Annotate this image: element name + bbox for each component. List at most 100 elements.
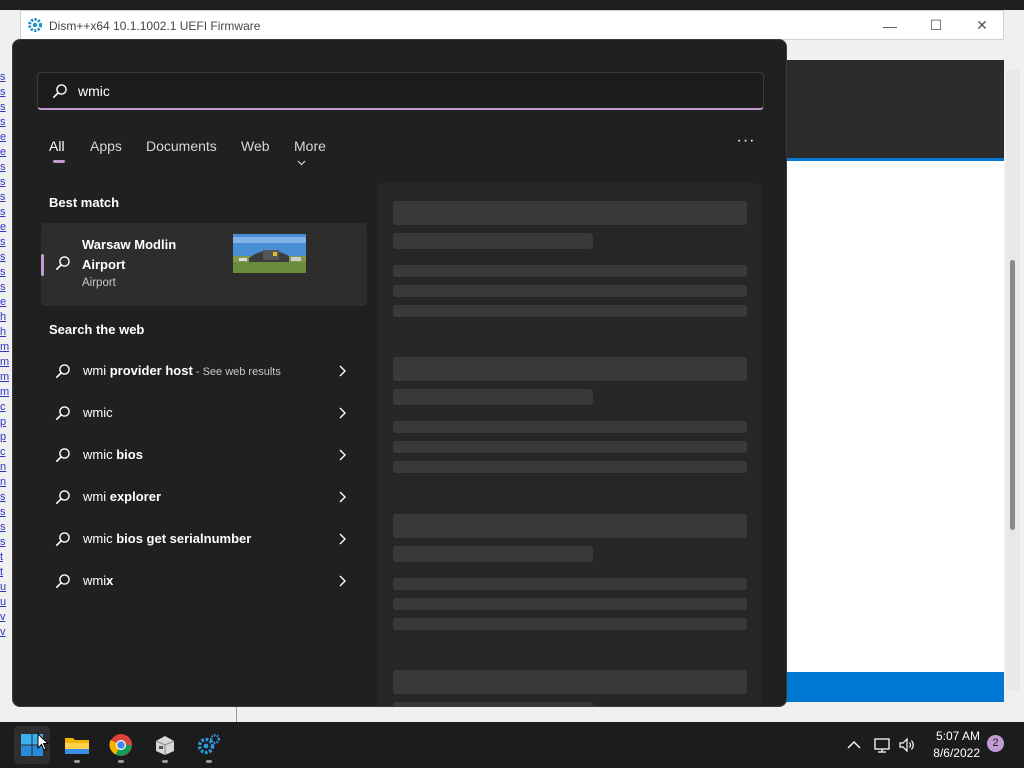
list-link[interactable]: s xyxy=(0,490,12,505)
suggestion-completion: bios xyxy=(116,447,143,462)
list-link[interactable]: s xyxy=(0,175,12,190)
file-explorer-button[interactable] xyxy=(59,726,95,764)
search-icon xyxy=(55,490,70,504)
chrome-button[interactable] xyxy=(103,726,139,764)
list-link[interactable]: e xyxy=(0,145,12,160)
chevron-down-icon xyxy=(297,160,306,166)
list-link[interactable]: e xyxy=(0,130,12,145)
list-link[interactable]: v xyxy=(0,610,12,625)
list-link[interactable]: e xyxy=(0,295,12,310)
list-link[interactable]: s xyxy=(0,70,12,85)
network-icon[interactable] xyxy=(873,736,891,754)
minimize-button[interactable]: — xyxy=(867,11,913,40)
loading-placeholder xyxy=(393,618,747,630)
list-link[interactable]: h xyxy=(0,310,12,325)
loading-placeholder xyxy=(393,389,593,405)
suggestion-completion: bios get serialnumber xyxy=(116,531,252,546)
list-link[interactable]: u xyxy=(0,580,12,595)
list-link[interactable]: v xyxy=(0,625,12,640)
list-link[interactable]: n xyxy=(0,460,12,475)
list-link[interactable]: s xyxy=(0,250,12,265)
left-link-list: sssseessssessssehhmmmmcppcnnssssttuuvv xyxy=(0,70,12,670)
web-suggestion-text: wmic xyxy=(83,405,113,420)
clock-date[interactable]: 8/6/2022 xyxy=(924,746,980,760)
loading-placeholder xyxy=(393,514,747,538)
running-indicator xyxy=(162,760,168,763)
best-match-result[interactable]: Warsaw Modlin Airport Airport xyxy=(41,223,367,306)
list-link[interactable]: s xyxy=(0,190,12,205)
list-link[interactable]: m xyxy=(0,340,12,355)
gear-icon xyxy=(197,734,220,755)
list-link[interactable]: s xyxy=(0,235,12,250)
web-suggestion-text: wmi provider host - See web results xyxy=(83,363,281,378)
maximize-button[interactable]: ☐ xyxy=(913,11,959,40)
tab-web[interactable]: Web xyxy=(241,138,270,154)
list-link[interactable]: n xyxy=(0,475,12,490)
package-app-button[interactable] xyxy=(147,726,183,764)
suggestion-prefix: wmi xyxy=(83,573,107,588)
web-suggestion-row[interactable]: wmi provider host - See web results xyxy=(41,353,367,389)
tab-more[interactable]: More xyxy=(294,138,326,170)
gear-icon xyxy=(28,18,42,32)
volume-icon[interactable] xyxy=(898,736,916,754)
clock-time[interactable]: 5:07 AM xyxy=(930,729,980,743)
web-suggestion-row[interactable]: wmix xyxy=(41,563,367,599)
search-icon xyxy=(55,574,70,588)
list-link[interactable]: s xyxy=(0,160,12,175)
list-link[interactable]: s xyxy=(0,280,12,295)
running-indicator xyxy=(74,760,80,763)
search-icon xyxy=(52,84,67,98)
search-web-heading: Search the web xyxy=(49,322,145,337)
notification-badge[interactable]: 2 xyxy=(987,735,1004,752)
list-link[interactable]: t xyxy=(0,550,12,565)
scrollbar[interactable] xyxy=(1006,70,1020,690)
list-link[interactable]: s xyxy=(0,100,12,115)
web-suggestion-row[interactable]: wmi explorer xyxy=(41,479,367,515)
web-suggestion-row[interactable]: wmic bios xyxy=(41,437,367,473)
suggestion-prefix: wmic xyxy=(83,405,113,420)
list-link[interactable]: t xyxy=(0,565,12,580)
loading-placeholder xyxy=(393,305,747,317)
list-link[interactable]: s xyxy=(0,265,12,280)
search-box[interactable] xyxy=(37,72,764,110)
chevron-right-icon xyxy=(339,575,346,587)
list-link[interactable]: m xyxy=(0,355,12,370)
loading-placeholder xyxy=(393,546,593,562)
list-link[interactable]: c xyxy=(0,445,12,460)
web-suggestion-text: wmi explorer xyxy=(83,489,161,504)
list-link[interactable]: s xyxy=(0,535,12,550)
web-suggestion-text: wmic bios xyxy=(83,447,143,462)
tab-apps[interactable]: Apps xyxy=(90,138,122,154)
list-link[interactable]: s xyxy=(0,205,12,220)
chevron-up-icon[interactable] xyxy=(845,736,863,754)
tab-documents[interactable]: Documents xyxy=(146,138,217,154)
list-link[interactable]: s xyxy=(0,85,12,100)
web-suggestion-row[interactable]: wmic bios get serialnumber xyxy=(41,521,367,557)
search-input[interactable] xyxy=(78,79,738,103)
web-suggestion-row[interactable]: wmic xyxy=(41,395,367,431)
list-link[interactable]: m xyxy=(0,370,12,385)
list-link[interactable]: s xyxy=(0,505,12,520)
search-icon xyxy=(55,256,70,270)
loading-placeholder xyxy=(393,265,747,277)
list-link[interactable]: h xyxy=(0,325,12,340)
list-link[interactable]: s xyxy=(0,115,12,130)
list-link[interactable]: c xyxy=(0,400,12,415)
list-link[interactable]: p xyxy=(0,415,12,430)
more-options-button[interactable]: ··· xyxy=(733,132,759,156)
list-link[interactable]: u xyxy=(0,595,12,610)
running-indicator xyxy=(118,760,124,763)
list-link[interactable]: p xyxy=(0,430,12,445)
loading-placeholder xyxy=(393,702,593,706)
scrollbar-thumb[interactable] xyxy=(1010,260,1015,530)
list-link[interactable]: s xyxy=(0,520,12,535)
list-link[interactable]: m xyxy=(0,385,12,400)
active-tab-indicator xyxy=(53,160,65,163)
dism-app-button[interactable] xyxy=(191,726,227,764)
tab-all[interactable]: All xyxy=(49,138,65,154)
loading-placeholder xyxy=(393,285,747,297)
close-button[interactable]: ✕ xyxy=(959,11,1005,40)
suggestion-prefix: wmi xyxy=(83,363,110,378)
list-link[interactable]: e xyxy=(0,220,12,235)
bottom-strip xyxy=(236,707,786,722)
